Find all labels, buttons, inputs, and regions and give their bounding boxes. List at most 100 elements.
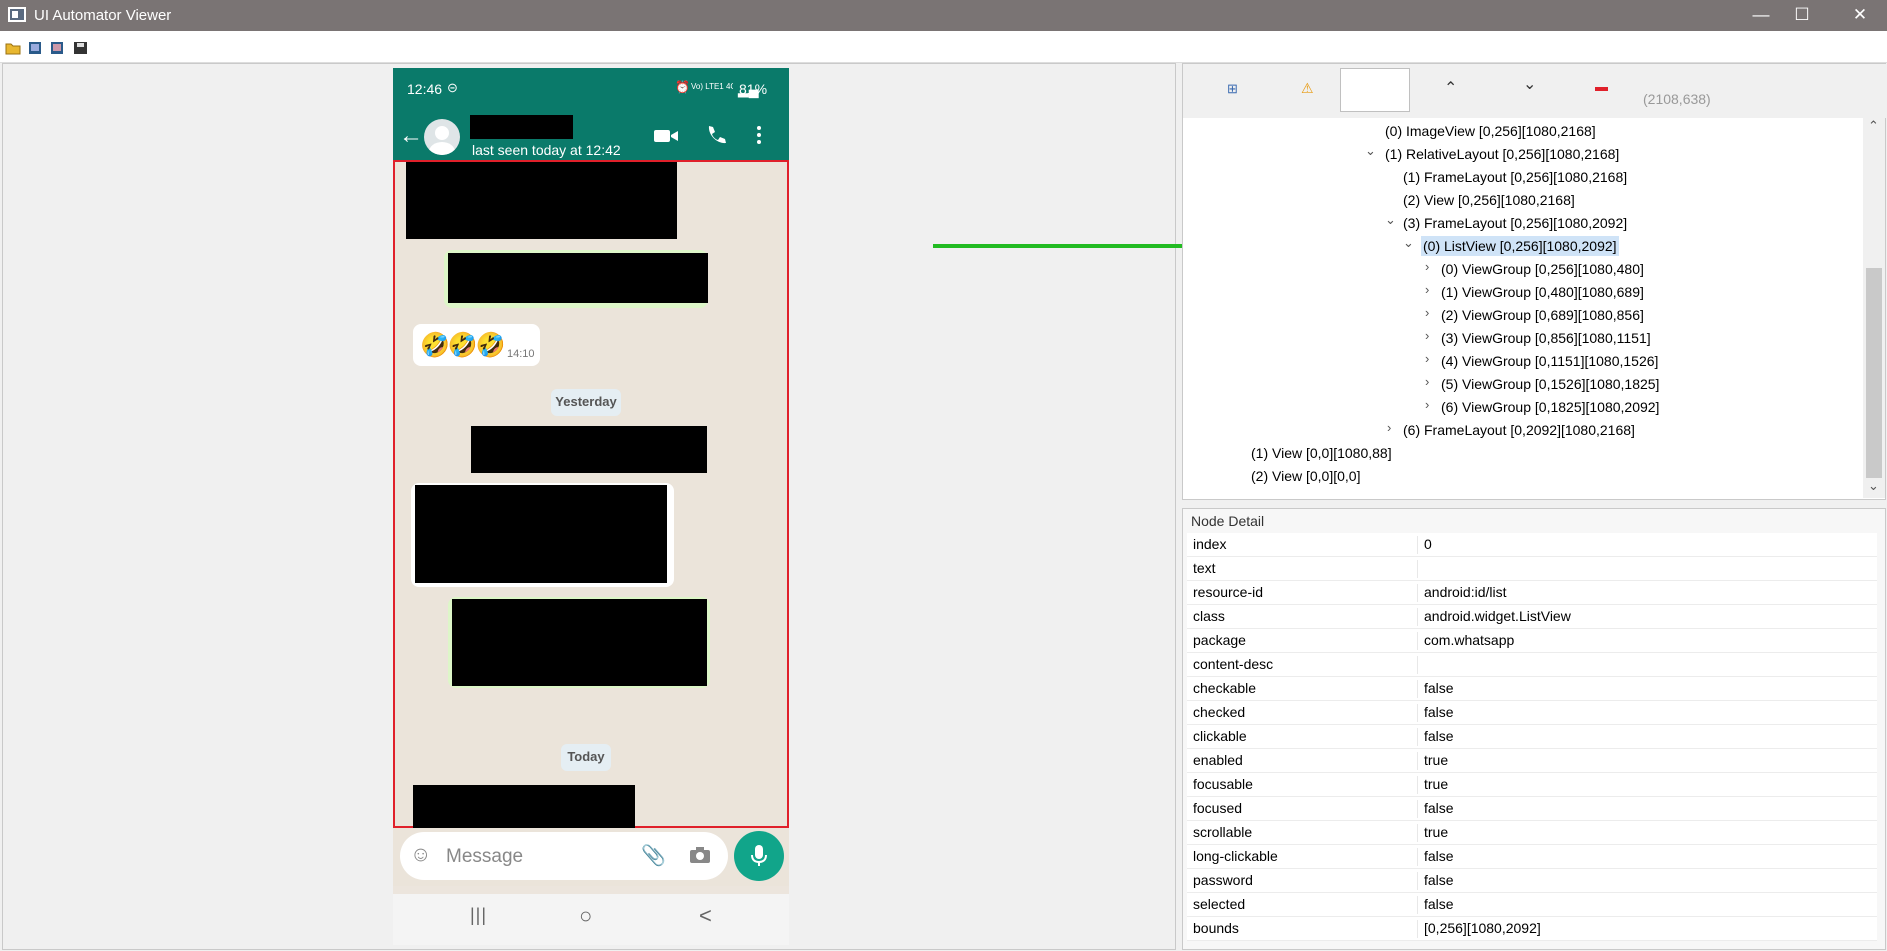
previous-match-icon[interactable]: ⌃ <box>1444 78 1457 98</box>
hierarchy-tree[interactable]: (0) ImageView [0,256][1080,2168] ⌄ (1) R… <box>1189 118 1863 498</box>
property-name: focused <box>1193 800 1243 816</box>
warning-icon[interactable]: ⚠ <box>1301 80 1314 97</box>
device-screenshot-icon[interactable] <box>27 41 43 55</box>
attach-icon[interactable]: 📎 <box>641 843 666 868</box>
property-value[interactable]: android.widget.ListView <box>1417 608 1571 626</box>
tree-node[interactable]: (2) ViewGroup [0,689][1080,856] <box>1441 305 1644 325</box>
property-value[interactable]: false <box>1417 680 1454 698</box>
node-detail-row[interactable]: class android.widget.ListView <box>1187 605 1877 629</box>
chevron-down-icon[interactable]: ⌄ <box>1385 212 1396 228</box>
tree-scrollbar[interactable]: ⌃ ⌄ <box>1863 118 1885 498</box>
next-match-icon[interactable]: ⌄ <box>1523 74 1536 94</box>
property-name: resource-id <box>1193 584 1264 600</box>
message-field[interactable]: ☺ Message 📎 <box>400 832 728 880</box>
save-icon[interactable] <box>73 41 89 55</box>
mic-button[interactable] <box>734 831 784 881</box>
tree-node[interactable]: (1) ViewGroup [0,480][1080,689] <box>1441 282 1644 302</box>
property-value[interactable]: 0 <box>1417 536 1432 554</box>
phone-call-icon[interactable] <box>705 124 727 146</box>
tree-node[interactable]: (6) FrameLayout [0,2092][1080,2168] <box>1403 420 1635 440</box>
property-value[interactable]: false <box>1417 800 1454 818</box>
camera-icon[interactable] <box>689 846 711 864</box>
chevron-right-icon[interactable]: › <box>1425 282 1429 297</box>
tree-node[interactable]: (2) View [0,256][1080,2168] <box>1403 190 1575 210</box>
back-nav-icon[interactable]: < <box>699 903 712 929</box>
node-detail-row[interactable]: content-desc <box>1187 653 1877 677</box>
property-value[interactable]: false <box>1417 896 1454 914</box>
tree-node-selected[interactable]: (0) ListView [0,256][1080,2092] <box>1421 236 1619 256</box>
node-detail-row[interactable]: clickable false <box>1187 725 1877 749</box>
node-detail-row[interactable]: checked false <box>1187 701 1877 725</box>
avatar[interactable] <box>424 119 460 155</box>
tree-node[interactable]: (6) ViewGroup [0,1825][1080,2092] <box>1441 397 1659 417</box>
property-value[interactable]: android:id/list <box>1417 584 1507 602</box>
tree-node[interactable]: (1) View [0,0][1080,88] <box>1251 443 1392 463</box>
tree-node[interactable]: (3) ViewGroup [0,856][1080,1151] <box>1441 328 1651 348</box>
emoji-message: 🤣🤣🤣 <box>420 332 506 359</box>
chevron-right-icon[interactable]: › <box>1425 374 1429 389</box>
scrollbar-thumb[interactable] <box>1866 268 1882 478</box>
device-screenshot[interactable]: 12:46 ⊝ ⏰ Vo) LTE1 4G+ ▂▄ 81% ← last see… <box>393 68 789 945</box>
node-detail-row[interactable]: package com.whatsapp <box>1187 629 1877 653</box>
maximize-button[interactable]: ☐ <box>1778 0 1826 31</box>
chevron-right-icon[interactable]: › <box>1425 351 1429 366</box>
tree-node[interactable]: (4) ViewGroup [0,1151][1080,1526] <box>1441 351 1658 371</box>
node-detail-row[interactable]: focusable true <box>1187 773 1877 797</box>
chevron-right-icon[interactable]: › <box>1425 397 1429 412</box>
recent-apps-icon[interactable]: ||| <box>470 905 487 926</box>
property-value[interactable]: false <box>1417 704 1454 722</box>
close-button[interactable]: ✕ <box>1836 0 1884 31</box>
node-detail-row[interactable]: password false <box>1187 869 1877 893</box>
property-value[interactable]: com.whatsapp <box>1417 632 1514 650</box>
chevron-right-icon[interactable]: › <box>1425 328 1429 343</box>
node-detail-row[interactable]: checkable false <box>1187 677 1877 701</box>
node-detail-row[interactable]: bounds [0,256][1080,2092] <box>1187 917 1877 941</box>
chevron-right-icon[interactable]: › <box>1425 305 1429 320</box>
property-value[interactable]: false <box>1417 848 1454 866</box>
video-call-icon[interactable] <box>653 127 679 145</box>
selected-listview-highlight: 🤣🤣🤣 14:10 Yesterday Today <box>393 160 789 828</box>
property-value[interactable]: true <box>1417 776 1448 794</box>
chevron-down-icon[interactable]: ⌄ <box>1403 235 1414 251</box>
scroll-down-icon[interactable]: ⌄ <box>1868 478 1879 494</box>
tree-node[interactable]: (1) RelativeLayout [0,256][1080,2168] <box>1385 144 1619 164</box>
tree-node[interactable]: (1) FrameLayout [0,256][1080,2168] <box>1403 167 1627 187</box>
message-input[interactable]: Message <box>446 846 523 868</box>
date-divider: Yesterday <box>551 389 621 416</box>
node-detail-row[interactable]: index 0 <box>1187 533 1877 557</box>
expand-all-icon[interactable]: ⊞ <box>1227 81 1238 97</box>
property-value[interactable]: false <box>1417 872 1454 890</box>
property-value[interactable] <box>1417 656 1424 674</box>
tree-node[interactable]: (0) ViewGroup [0,256][1080,480] <box>1441 259 1644 279</box>
node-detail-panel: Node Detail index 0 text resource-id android… <box>1182 508 1886 950</box>
property-value[interactable]: false <box>1417 728 1454 746</box>
tree-node[interactable]: (3) FrameLayout [0,256][1080,2092] <box>1403 213 1627 233</box>
emoji-icon[interactable]: ☺ <box>410 843 431 867</box>
property-value[interactable]: true <box>1417 752 1448 770</box>
property-value[interactable]: true <box>1417 824 1448 842</box>
back-arrow-icon[interactable]: ← <box>399 122 423 150</box>
node-detail-row[interactable]: focused false <box>1187 797 1877 821</box>
last-seen: last seen today at 12:42 <box>472 142 621 158</box>
property-value[interactable] <box>1417 560 1424 578</box>
scroll-up-icon[interactable]: ⌃ <box>1868 118 1879 134</box>
overflow-menu-icon[interactable] <box>757 126 761 146</box>
node-detail-row[interactable]: enabled true <box>1187 749 1877 773</box>
search-box[interactable] <box>1340 68 1410 112</box>
home-icon[interactable]: ○ <box>579 903 592 929</box>
chevron-right-icon[interactable]: › <box>1387 420 1391 435</box>
clear-icon[interactable] <box>1595 87 1608 91</box>
tree-node[interactable]: (5) ViewGroup [0,1526][1080,1825] <box>1441 374 1659 394</box>
node-detail-row[interactable]: selected false <box>1187 893 1877 917</box>
tree-node[interactable]: (0) ImageView [0,256][1080,2168] <box>1385 121 1596 141</box>
node-detail-row[interactable]: long-clickable false <box>1187 845 1877 869</box>
node-detail-row[interactable]: scrollable true <box>1187 821 1877 845</box>
open-icon[interactable] <box>5 41 21 55</box>
node-detail-row[interactable]: resource-id android:id/list <box>1187 581 1877 605</box>
tree-node[interactable]: (2) View [0,0][0,0] <box>1251 466 1360 486</box>
chevron-down-icon[interactable]: ⌄ <box>1365 143 1376 159</box>
device-screenshot-compressed-icon[interactable] <box>49 41 65 55</box>
node-detail-row[interactable]: text <box>1187 557 1877 581</box>
property-value[interactable]: [0,256][1080,2092] <box>1417 920 1541 938</box>
chevron-right-icon[interactable]: › <box>1425 259 1429 274</box>
